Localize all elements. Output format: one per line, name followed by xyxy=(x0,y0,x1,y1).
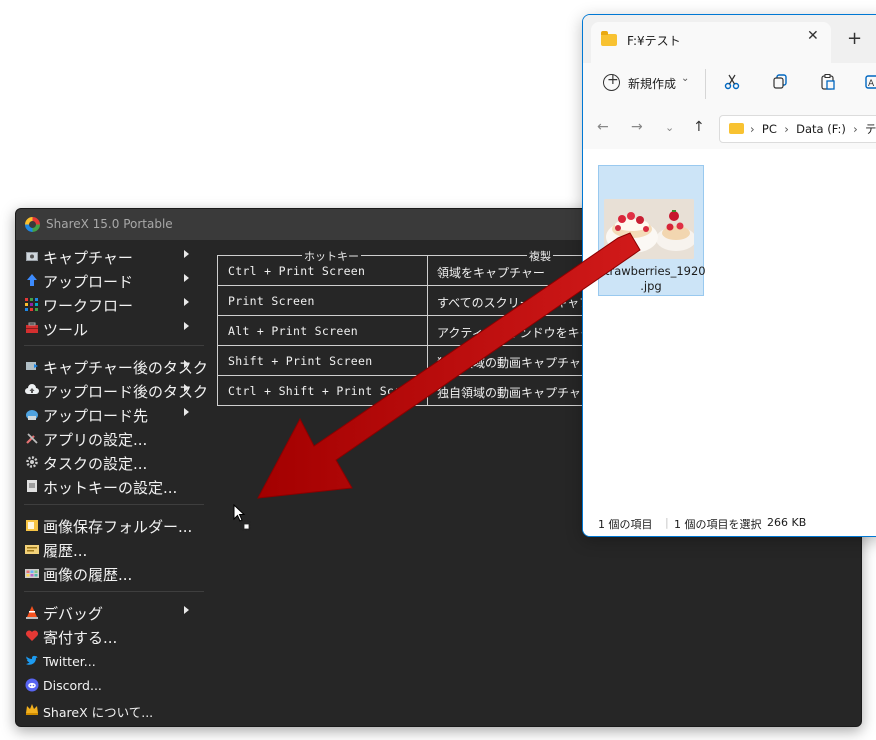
history-card-icon xyxy=(25,545,39,554)
hotkey-table: ホットキー 複製 Ctrl + Print Screen 領域をキャプチャー P… xyxy=(217,248,640,406)
submenu-arrow-icon xyxy=(184,274,189,282)
menu-item-history[interactable]: 履歴... xyxy=(16,538,211,560)
heart-icon xyxy=(25,630,39,641)
hotkey-action[interactable]: 独自領域の動画キャプチャー xyxy=(437,384,593,401)
submenu-arrow-icon xyxy=(184,250,189,258)
explorer-address-bar: ← → ⌄ ↑ › PC › Data (F:) › テ xyxy=(583,109,876,149)
file-explorer-window: F:¥テスト ✕ + 新規作成 ⌄ A ← → ⌄ ↑ › PC › Data … xyxy=(582,14,876,537)
menu-item-hotkey-settings[interactable]: ホットキーの設定... xyxy=(16,475,211,497)
chevron-down-icon[interactable]: ⌄ xyxy=(681,73,689,84)
new-item-button[interactable]: 新規作成 xyxy=(628,75,676,92)
file-extension: .jpg xyxy=(640,279,662,293)
submenu-arrow-icon xyxy=(184,384,189,392)
file-name: strawberries_1920 xyxy=(599,264,706,278)
paste-icon[interactable] xyxy=(819,73,837,91)
new-tab-button[interactable]: + xyxy=(847,28,862,49)
submenu-arrow-icon xyxy=(184,408,189,416)
menu-item-screenshots-folder[interactable]: 画像保存フォルダー... xyxy=(16,514,211,536)
menu-item-about[interactable]: ShareX について... xyxy=(16,698,211,720)
menu-item-donate[interactable]: 寄付する... xyxy=(16,625,211,647)
submenu-arrow-icon xyxy=(184,298,189,306)
menu-separator xyxy=(24,345,204,346)
sharex-logo-icon xyxy=(25,217,40,232)
gear-icon xyxy=(26,456,38,468)
copy-icon[interactable] xyxy=(771,73,789,91)
folder-icon xyxy=(729,123,744,134)
action-column-header: 複製 xyxy=(527,248,553,264)
folder-icon xyxy=(601,31,617,46)
window-title: ShareX 15.0 Portable xyxy=(46,217,173,231)
drag-copy-cursor-icon xyxy=(233,504,251,531)
forward-arrow-icon[interactable]: → xyxy=(631,119,643,135)
hotkey-column-header: ホットキー xyxy=(302,248,361,264)
file-item[interactable]: strawberries_1920 .jpg xyxy=(598,165,706,296)
menu-item-capture[interactable]: キャプチャー xyxy=(16,245,211,267)
discord-icon xyxy=(25,678,39,692)
submenu-arrow-icon xyxy=(184,360,189,368)
recent-locations-chevron-icon[interactable]: ⌄ xyxy=(665,121,674,134)
twitter-bird-icon xyxy=(26,655,38,665)
breadcrumb-drive[interactable]: Data (F:) xyxy=(796,122,846,136)
up-arrow-icon[interactable]: ↑ xyxy=(693,119,705,135)
cut-icon[interactable] xyxy=(723,73,741,91)
menu-item-debug[interactable]: デバッグ xyxy=(16,601,211,623)
camera-icon xyxy=(26,252,38,261)
menu-item-after-capture-tasks[interactable]: キャプチャー後のタスク xyxy=(16,355,211,377)
file-list-area: strawberries_1920 .jpg xyxy=(583,149,876,509)
menu-item-tools[interactable]: ツール xyxy=(16,317,211,339)
crown-icon xyxy=(26,704,38,715)
selected-count: 1 個の項目を選択 xyxy=(674,518,762,531)
rename-icon[interactable]: A xyxy=(865,73,876,91)
svg-text:A: A xyxy=(868,79,875,89)
hotkey-key[interactable]: Print Screen xyxy=(228,294,315,308)
upload-arrow-icon xyxy=(27,274,37,286)
image-thumbnail xyxy=(604,199,694,259)
menu-item-upload[interactable]: アップロード xyxy=(16,269,211,291)
traffic-cone-icon xyxy=(26,606,38,619)
hotkey-key[interactable]: Ctrl + Print Screen xyxy=(228,264,365,278)
breadcrumb-pc[interactable]: PC xyxy=(762,122,777,136)
wrench-icon xyxy=(26,433,38,444)
image-history-icon xyxy=(25,569,39,578)
folder-icon xyxy=(26,520,38,531)
after-capture-icon xyxy=(26,362,38,370)
breadcrumb[interactable]: › PC › Data (F:) › テ xyxy=(719,115,876,143)
selected-size: 266 KB xyxy=(767,516,807,529)
submenu-arrow-icon xyxy=(184,606,189,614)
menu-item-after-upload-tasks[interactable]: アップロード後のタスク xyxy=(16,379,211,401)
explorer-tab[interactable]: F:¥テスト ✕ xyxy=(591,22,831,64)
menu-separator xyxy=(24,591,204,592)
menu-item-task-settings[interactable]: タスクの設定... xyxy=(16,451,211,473)
submenu-arrow-icon xyxy=(184,322,189,330)
hotkey-key[interactable]: Ctrl + Shift + Print Screen xyxy=(228,384,423,398)
menu-item-workflow[interactable]: ワークフロー xyxy=(16,293,211,315)
explorer-toolbar: 新規作成 ⌄ A xyxy=(583,63,876,110)
status-bar: 1 個の項目 | 1 個の項目を選択 266 KB xyxy=(583,509,876,536)
tab-title: F:¥テスト xyxy=(627,34,681,48)
keyboard-icon xyxy=(27,480,37,492)
hotkey-action[interactable]: 領域をキャプチャー xyxy=(437,264,545,281)
menu-separator xyxy=(24,504,204,505)
menu-item-twitter[interactable]: Twitter... xyxy=(16,650,211,672)
hotkey-key[interactable]: Alt + Print Screen xyxy=(228,324,358,338)
item-count: 1 個の項目 xyxy=(598,518,653,531)
toolbox-icon xyxy=(26,322,38,333)
close-tab-icon[interactable]: ✕ xyxy=(807,28,819,44)
explorer-tab-bar: F:¥テスト ✕ + xyxy=(583,15,876,64)
cloud-upload-icon xyxy=(25,384,39,394)
menu-item-upload-destinations[interactable]: アップロード先 xyxy=(16,403,211,425)
menu-item-discord[interactable]: Discord... xyxy=(16,674,211,696)
menu-item-app-settings[interactable]: アプリの設定... xyxy=(16,427,211,449)
upload-destination-icon xyxy=(26,410,38,420)
back-arrow-icon[interactable]: ← xyxy=(597,119,609,135)
hotkey-key[interactable]: Shift + Print Screen xyxy=(228,354,372,368)
menu-item-image-history[interactable]: 画像の履歴... xyxy=(16,562,211,584)
hotkey-action[interactable]: 独自領域の動画キャプチャーを xyxy=(437,354,605,371)
toolbar-divider xyxy=(705,69,706,99)
breadcrumb-folder[interactable]: テ xyxy=(865,122,876,136)
workflow-grid-icon xyxy=(25,298,38,311)
plus-circle-icon[interactable] xyxy=(603,72,620,91)
